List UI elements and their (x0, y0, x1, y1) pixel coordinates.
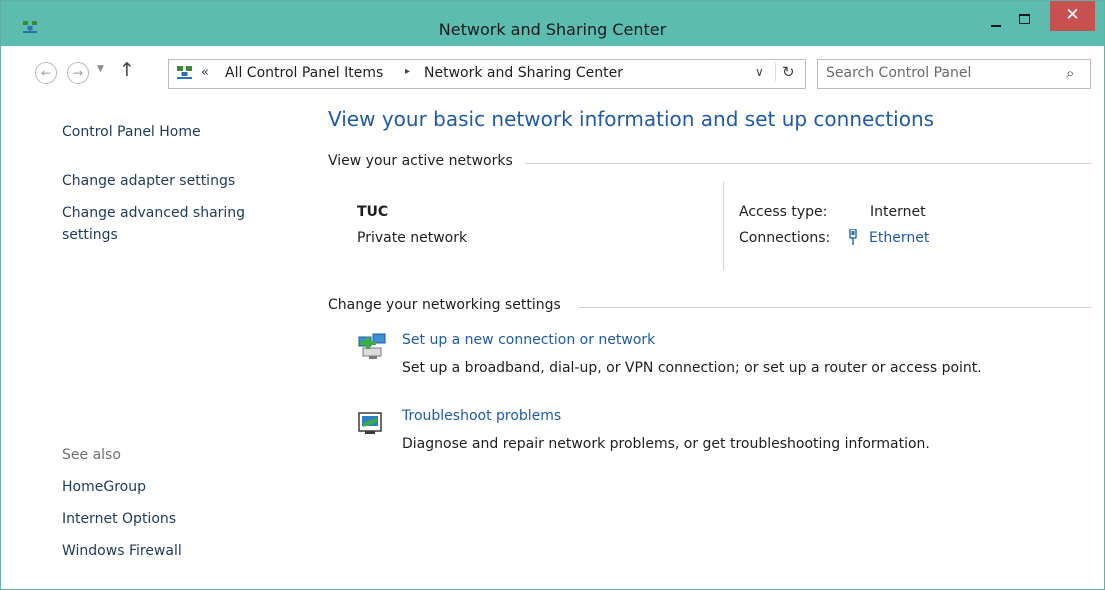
navigation-bar: ← → ▼ ↑ « All Control Panel Items ▸ Netw… (1, 46, 1104, 98)
new-connection-icon (358, 333, 386, 359)
back-button[interactable]: ← (35, 62, 57, 84)
network-category: Private network (357, 230, 468, 246)
troubleshoot-icon (358, 412, 382, 434)
troubleshoot-link[interactable]: Troubleshoot problems (402, 408, 561, 424)
maximize-button[interactable] (1011, 9, 1037, 37)
homegroup-link[interactable]: HomeGroup (62, 479, 146, 495)
change-adapter-settings-link[interactable]: Change adapter settings (62, 173, 235, 189)
title-bar[interactable]: Network and Sharing Center ✕ (1, 1, 1104, 46)
change-advanced-sharing-link-line2[interactable]: settings (62, 227, 118, 243)
change-advanced-sharing-link[interactable]: Change advanced sharing (62, 205, 245, 221)
access-type-value: Internet (870, 204, 926, 220)
network-name: TUC (357, 204, 389, 220)
windows-firewall-link[interactable]: Windows Firewall (62, 543, 182, 559)
recent-locations-dropdown[interactable]: ▼ (97, 64, 104, 74)
breadcrumb-item[interactable]: Network and Sharing Center (424, 65, 623, 81)
control-panel-home-link[interactable]: Control Panel Home (62, 124, 201, 140)
access-type-label: Access type: (739, 204, 828, 220)
new-connection-description: Set up a broadband, dial-up, or VPN conn… (402, 360, 982, 376)
forward-arrow-icon: → (72, 66, 84, 80)
forward-button[interactable]: → (67, 62, 89, 84)
up-arrow-icon: ↑ (119, 59, 135, 81)
active-networks-heading: View your active networks (328, 153, 513, 169)
left-pane: Control Panel Home Change adapter settin… (1, 98, 311, 588)
connections-label: Connections: (739, 230, 831, 246)
breadcrumb-separator-icon[interactable]: ▸ (405, 66, 410, 77)
new-connection-link[interactable]: Set up a new connection or network (402, 332, 655, 348)
change-settings-heading: Change your networking settings (328, 297, 561, 313)
address-dropdown-icon[interactable]: ∨ (755, 65, 764, 79)
close-button[interactable]: ✕ (1050, 1, 1095, 31)
close-icon: ✕ (1065, 5, 1080, 25)
internet-options-link[interactable]: Internet Options (62, 511, 176, 527)
refresh-icon[interactable]: ↻ (775, 63, 795, 81)
search-input[interactable] (826, 64, 1056, 82)
back-arrow-icon: ← (40, 66, 52, 80)
troubleshoot-description: Diagnose and repair network problems, or… (402, 436, 930, 452)
window: Network and Sharing Center ✕ ← → ▼ ↑ « A… (0, 0, 1105, 590)
breadcrumb-overflow-chevron[interactable]: « (201, 65, 209, 80)
search-icon[interactable]: ⌕ (1066, 64, 1074, 82)
search-box[interactable]: ⌕ (817, 59, 1091, 89)
control-panel-icon (177, 66, 192, 79)
breadcrumb-item[interactable]: All Control Panel Items (225, 65, 383, 81)
address-bar[interactable]: « All Control Panel Items ▸ Network and … (168, 59, 806, 89)
section-divider (578, 307, 1092, 308)
ethernet-icon (849, 229, 857, 245)
minimize-button[interactable] (983, 9, 1009, 37)
section-divider (525, 163, 1092, 164)
page-title: View your basic network information and … (328, 107, 935, 131)
up-button[interactable]: ↑ (119, 59, 135, 81)
vertical-divider (723, 182, 724, 270)
ethernet-connection-link[interactable]: Ethernet (869, 230, 929, 246)
see-also-heading: See also (62, 447, 121, 463)
window-title: Network and Sharing Center (438, 20, 667, 39)
